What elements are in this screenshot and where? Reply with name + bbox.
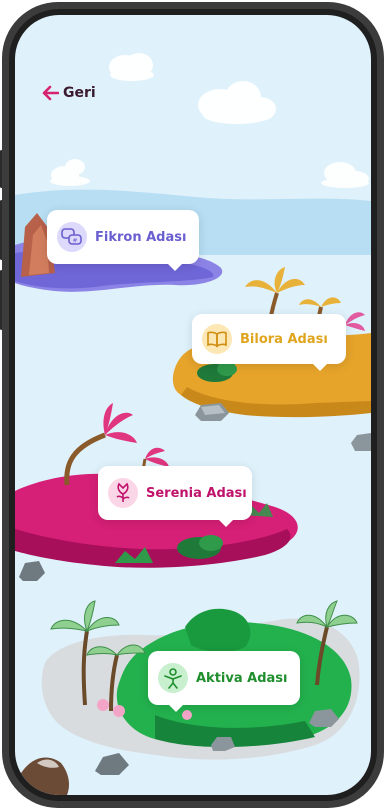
back-label: Geri (63, 85, 96, 101)
arrow-left-icon (42, 85, 59, 101)
island-card-serenia[interactable]: Serenia Adası (98, 466, 252, 527)
chat-bubbles-icon: # (57, 222, 87, 252)
svg-text:#: # (72, 238, 77, 245)
person-exercise-icon (158, 663, 188, 693)
island-card-bilora[interactable]: Bilora Adası (192, 314, 346, 371)
card-pointer (167, 263, 183, 271)
card-pointer (218, 519, 234, 527)
app-screen: Geri # Fikron Adası Bilora Adası Serenia… (15, 15, 371, 795)
island-card-fikron[interactable]: # Fikron Adası (47, 210, 199, 271)
island-name-fikron: Fikron Adası (95, 229, 187, 245)
card-pointer (168, 704, 184, 712)
island-name-aktiva: Aktiva Adası (196, 670, 288, 686)
island-name-bilora: Bilora Adası (240, 331, 328, 347)
island-name-serenia: Serenia Adası (146, 485, 247, 501)
card-pointer (312, 363, 328, 371)
back-button[interactable]: Geri (41, 85, 96, 101)
flower-icon (108, 478, 138, 508)
open-book-icon (202, 324, 232, 354)
phone-mockup: Geri # Fikron Adası Bilora Adası Serenia… (0, 0, 386, 810)
island-card-aktiva[interactable]: Aktiva Adası (148, 651, 300, 712)
